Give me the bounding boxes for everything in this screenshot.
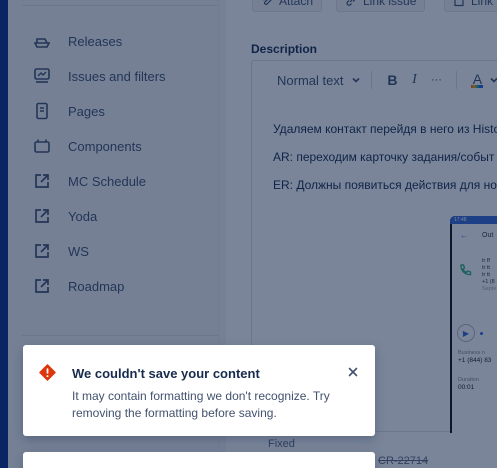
left-nav-edge xyxy=(0,0,8,468)
play-icon: ▶ xyxy=(457,324,475,342)
back-arrow-icon: ← xyxy=(460,231,468,240)
secondary-flag xyxy=(23,452,375,468)
text-color-swatch xyxy=(471,84,484,88)
caller-line: Septe xyxy=(482,286,497,292)
duration-value: 00:01 xyxy=(458,384,475,391)
sidebar-item-mc-schedule[interactable]: MC Schedule xyxy=(32,169,146,193)
error-icon xyxy=(39,364,56,381)
business-number-value: +1 (844) 83 xyxy=(458,357,492,364)
text-style-dropdown[interactable]: Normal text xyxy=(277,73,361,88)
sidebar-item-pages[interactable]: Pages xyxy=(32,99,105,123)
sidebar-item-label: Pages xyxy=(68,103,105,119)
caller-line: +1 (8 xyxy=(482,279,495,285)
description-line: ER: Должны появиться действия для ном xyxy=(273,178,497,192)
link-label: Link xyxy=(471,0,494,8)
page-link-icon xyxy=(454,0,464,7)
sidebar-item-label: MC Schedule xyxy=(68,173,147,189)
attach-button[interactable]: Attach xyxy=(252,0,323,12)
chevron-down-icon[interactable] xyxy=(489,75,497,85)
chevron-down-icon xyxy=(352,77,361,83)
components-icon xyxy=(32,136,52,156)
external-link-icon xyxy=(32,276,52,296)
linked-issue-key[interactable]: CR-22714 xyxy=(378,455,428,467)
bold-button[interactable]: B xyxy=(382,70,402,90)
description-line: Удаляем контакт перейдя в него из Histo xyxy=(273,122,497,136)
sidebar-item-issues-and-filters[interactable]: Issues and filters xyxy=(32,64,166,88)
description-line: AR: переходим карточку задания/событ xyxy=(273,150,495,164)
italic-button[interactable]: I xyxy=(404,70,424,90)
sidebar-item-label: Releases xyxy=(68,33,123,49)
link-button[interactable]: Link xyxy=(444,0,497,12)
sidebar-divider xyxy=(22,335,226,336)
more-formatting-button[interactable]: ··· xyxy=(426,70,446,90)
toolbar-separator xyxy=(456,71,458,89)
sidebar-item-label: Roadmap xyxy=(68,278,125,294)
editor-toolbar: Normal text B I ··· A xyxy=(252,61,497,99)
close-icon[interactable] xyxy=(346,365,360,379)
ship-icon xyxy=(32,31,52,51)
attach-label: Attach xyxy=(279,0,314,8)
toolbar-separator xyxy=(371,71,373,89)
text-style-label: Normal text xyxy=(277,72,344,88)
sidebar-divider xyxy=(22,5,226,6)
phone-status-bar: 17:48 xyxy=(450,216,497,224)
error-flag: We couldn't save your content It may con… xyxy=(23,345,375,436)
sidebar-item-yoda[interactable]: Yoda xyxy=(32,204,97,228)
caller-line: tr ff xyxy=(482,258,490,264)
sidebar-item-label: Issues and filters xyxy=(68,68,166,84)
phone-screen: ← Out tr ff tr tt tr tt +1 (8 Septe ▶ Bu… xyxy=(452,224,497,433)
caller-line: tr tt xyxy=(482,272,490,278)
sidebar-item-label: Yoda xyxy=(68,208,98,224)
phone-call-icon xyxy=(460,264,472,276)
link-issue-label: Link issue xyxy=(363,0,417,8)
sidebar-item-label: WS xyxy=(68,243,89,259)
error-flag-title: We couldn't save your content xyxy=(72,366,260,381)
sidebar-item-releases[interactable]: Releases xyxy=(32,29,122,53)
caller-line: tr tt xyxy=(482,265,490,271)
sidebar-item-label: Components xyxy=(68,138,142,154)
business-number-label: Business n xyxy=(458,350,485,356)
duration-label: Duration xyxy=(458,377,479,383)
paperclip-icon xyxy=(263,0,272,5)
issue-status: Fixed xyxy=(268,438,295,450)
playback-progress xyxy=(480,332,483,335)
external-link-icon xyxy=(32,171,52,191)
issues-icon xyxy=(32,66,52,86)
text-color-glyph: A xyxy=(472,70,483,87)
page-icon xyxy=(32,101,52,121)
error-flag-message: It may contain formatting we don't recog… xyxy=(72,389,330,420)
sidebar-item-components[interactable]: Components xyxy=(32,134,142,158)
text-color-button[interactable]: A xyxy=(467,70,487,90)
external-link-icon xyxy=(32,241,52,261)
external-link-icon xyxy=(32,206,52,226)
link-icon xyxy=(346,0,356,6)
sidebar-item-ws[interactable]: WS xyxy=(32,239,89,263)
phone-screen-title: Out xyxy=(482,232,494,239)
sidebar-item-roadmap[interactable]: Roadmap xyxy=(32,274,124,298)
description-label: Description xyxy=(251,42,318,56)
link-issue-button[interactable]: Link issue xyxy=(336,0,426,12)
attached-phone-screenshot[interactable]: 17:48 ← Out tr ff tr tt tr tt +1 (8 Sept… xyxy=(450,216,497,433)
